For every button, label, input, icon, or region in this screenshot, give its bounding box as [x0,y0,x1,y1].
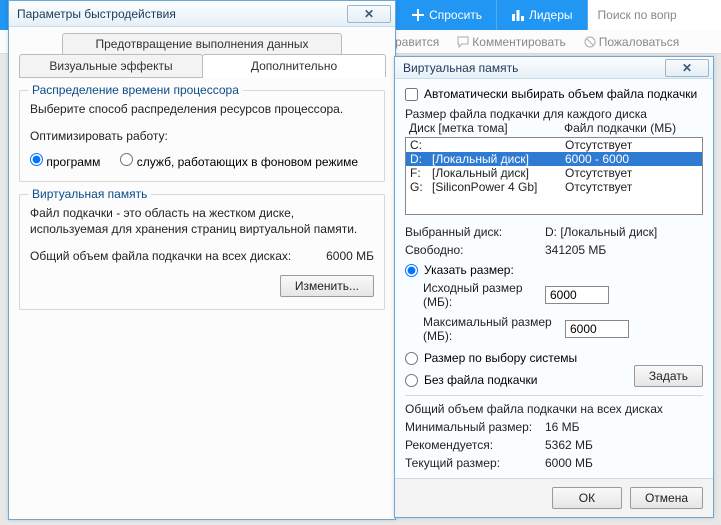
min-size-value: 16 МБ [545,420,580,434]
titlebar[interactable]: Параметры быстродействия ✕ [9,1,395,27]
radio-programs[interactable]: программ [30,153,100,169]
disk-row[interactable]: D:[Локальный диск]6000 - 6000 [406,152,702,166]
virtual-memory-group: Виртуальная память Файл подкачки - это о… [19,194,385,310]
cancel-button[interactable]: Отмена [630,487,703,509]
initial-size-input[interactable] [545,286,609,304]
vm-total-label: Общий объем файла подкачки на всех диска… [30,248,326,265]
initial-size-label: Исходный размер (МБ): [405,281,545,309]
tab-advanced[interactable]: Дополнительно [202,54,386,77]
auto-manage-checkbox[interactable]: Автоматически выбирать объем файла подка… [405,87,703,101]
radio-no-paging[interactable]: Без файла подкачки [405,373,634,387]
leaders-button[interactable]: Лидеры [497,0,587,30]
max-size-input[interactable] [565,320,629,338]
selected-drive-label: Выбранный диск: [405,225,545,239]
tab-dep[interactable]: Предотвращение выполнения данных [62,33,342,54]
free-space-label: Свободно: [405,243,545,257]
close-icon[interactable]: ✕ [665,59,709,77]
titlebar[interactable]: Виртуальная память ✕ [395,57,713,79]
set-button[interactable]: Задать [634,365,703,387]
disk-row[interactable]: F:[Локальный диск]Отсутствует [406,166,702,180]
current-size-label: Текущий размер: [405,456,545,470]
comment-link[interactable]: Комментировать [457,35,565,49]
close-icon[interactable]: ✕ [347,5,391,23]
min-size-label: Минимальный размер: [405,420,545,434]
recommended-value: 5362 МБ [545,438,593,452]
dialog-buttons: ОК Отмена [395,478,713,517]
radio-system-managed[interactable]: Размер по выбору системы [405,351,703,365]
group-legend: Распределение времени процессора [28,83,243,97]
window-title: Виртуальная память [403,61,518,75]
free-space-value: 341205 МБ [545,243,606,257]
report-link[interactable]: Пожаловаться [584,35,680,49]
vm-total-value: 6000 МБ [326,248,374,265]
recommended-label: Рекомендуется: [405,438,545,452]
cpu-desc: Выберите способ распределения ресурсов п… [30,101,374,118]
tab-visual-effects[interactable]: Визуальные эффекты [19,54,203,77]
change-button[interactable]: Изменить... [280,275,374,297]
radio-services[interactable]: служб, работающих в фоновом режиме [120,153,358,169]
group-legend: Виртуальная память [28,187,151,201]
disk-row[interactable]: C:Отсутствует [406,138,702,152]
optimize-label: Оптимизировать работу: [30,128,374,145]
radio-custom-size[interactable]: Указать размер: [405,263,703,277]
current-size-value: 6000 МБ [545,456,593,470]
each-disk-label: Размер файла подкачки для каждого диска [405,107,703,121]
disk-row[interactable]: G:[SiliconPower 4 Gb]Отсутствует [406,180,702,194]
max-size-label: Максимальный размер (МБ): [405,315,565,343]
disk-list-header: Диск [метка тома]Файл подкачки (МБ) [405,121,703,135]
performance-options-window: Параметры быстродействия ✕ Предотвращени… [8,0,396,520]
disk-list[interactable]: C:Отсутствует D:[Локальный диск]6000 - 6… [405,137,703,215]
vm-desc: Файл подкачки - это область на жестком д… [30,205,374,239]
ok-button[interactable]: ОК [552,487,622,509]
search-input[interactable]: Поиск по вопр [588,0,721,30]
selected-drive-value: D: [Локальный диск] [545,225,657,239]
cpu-scheduling-group: Распределение времени процессора Выберит… [19,90,385,182]
window-title: Параметры быстродействия [17,7,176,21]
total-header: Общий объем файла подкачки на всех диска… [405,402,703,416]
virtual-memory-window: Виртуальная память ✕ Автоматически выбир… [394,56,714,518]
ask-button[interactable]: Спросить [397,0,497,30]
